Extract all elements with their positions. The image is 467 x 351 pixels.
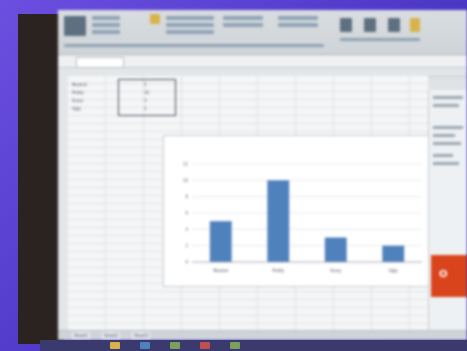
chart-y-tick-label: 6 — [185, 211, 188, 216]
ribbon-alignment[interactable] — [166, 16, 214, 20]
chart-plot: 0 2 4 6 8 10 12 Neutral Pretty Scary Ugly — [183, 162, 422, 273]
ribbon-cells-group-label — [340, 38, 420, 41]
chart-y-tick-label: 0 — [185, 260, 188, 265]
cell-label-3[interactable]: Scary — [72, 98, 83, 103]
ribbon-font-style[interactable] — [92, 30, 120, 34]
ribbon-font-group[interactable] — [92, 16, 120, 20]
formula-bar — [58, 56, 467, 68]
taskbar-app-icon[interactable] — [170, 342, 180, 349]
ribbon-group-labels — [64, 44, 324, 47]
ribbon-number-tools[interactable] — [223, 23, 263, 27]
task-pane-line — [433, 162, 459, 165]
cell-value-1[interactable]: 5 — [144, 82, 147, 87]
chart-bar-neutral[interactable] — [209, 221, 232, 262]
cell-label-1[interactable]: Neutral — [72, 82, 87, 87]
office-promo-tile[interactable]: O — [431, 255, 467, 297]
task-pane-line — [433, 134, 455, 137]
ribbon-wrap[interactable] — [166, 23, 214, 27]
ribbon — [58, 10, 467, 55]
ribbon-font-size[interactable] — [92, 23, 120, 27]
task-pane-line — [433, 126, 463, 129]
taskbar-app-icon[interactable] — [200, 342, 210, 349]
task-pane-line — [433, 96, 463, 99]
taskbar-app-icon[interactable] — [110, 342, 120, 349]
ribbon-delete-cells-icon[interactable] — [364, 18, 376, 32]
sheet-tab-1[interactable]: Sheet1 — [72, 332, 91, 340]
chart-y-tick-label: 2 — [185, 243, 188, 248]
ribbon-number-format[interactable] — [223, 16, 263, 20]
chart-bar-pretty[interactable] — [267, 180, 290, 262]
task-pane-line — [433, 154, 453, 157]
chart-y-tick-label: 10 — [183, 178, 189, 183]
chart-object[interactable]: 0 2 4 6 8 10 12 Neutral Pretty Scary Ugly — [163, 135, 440, 287]
chart-x-tick-label: Pretty — [272, 268, 284, 273]
task-pane: O — [428, 90, 467, 330]
chart-y-tick-label: 4 — [185, 227, 188, 232]
taskbar-app-icon[interactable] — [230, 342, 240, 349]
ribbon-format-cells-icon[interactable] — [388, 18, 400, 32]
chart-bar-scary[interactable] — [324, 237, 347, 263]
chart-x-tick-label: Neutral — [213, 268, 228, 273]
ribbon-sort-icon[interactable] — [410, 18, 420, 32]
office-logo-icon: O — [439, 269, 448, 280]
name-box[interactable] — [76, 57, 124, 68]
task-pane-line — [433, 142, 461, 145]
ribbon-clipboard-group[interactable] — [64, 16, 86, 36]
cell-value-2[interactable]: 10 — [144, 90, 149, 95]
ribbon-fill-color-icon[interactable] — [150, 14, 160, 24]
taskbar — [40, 340, 467, 351]
sheet-tabs-bar: Sheet1 Sheet2 Sheet3 — [58, 330, 467, 340]
ribbon-merge[interactable] — [166, 30, 214, 34]
cell-value-4[interactable]: 2 — [144, 106, 147, 111]
cell-value-3[interactable]: 3 — [144, 98, 147, 103]
cell-label-4[interactable]: Ugly — [72, 106, 81, 111]
chart-x-tick-label: Ugly — [389, 268, 399, 273]
chart-y-tick-label: 12 — [183, 162, 189, 167]
sheet-tab-2[interactable]: Sheet2 — [102, 332, 121, 340]
task-pane-line — [433, 104, 459, 107]
ribbon-insert-cells-icon[interactable] — [340, 18, 352, 32]
ribbon-styles[interactable] — [278, 16, 318, 20]
cell-label-2[interactable]: Pretty — [72, 90, 84, 95]
chart-x-tick-label: Scary — [330, 268, 342, 273]
selected-range[interactable] — [118, 79, 176, 116]
excel-window: Neutral Pretty Scary Ugly 5 10 3 2 0 2 4 6 8… — [58, 10, 467, 340]
chart-y-tick-label: 8 — [185, 194, 188, 199]
ribbon-styles-2[interactable] — [278, 23, 318, 27]
chart-bar-ugly[interactable] — [382, 245, 405, 262]
taskbar-app-icon[interactable] — [140, 342, 150, 349]
sheet-tab-3[interactable]: Sheet3 — [132, 332, 151, 340]
